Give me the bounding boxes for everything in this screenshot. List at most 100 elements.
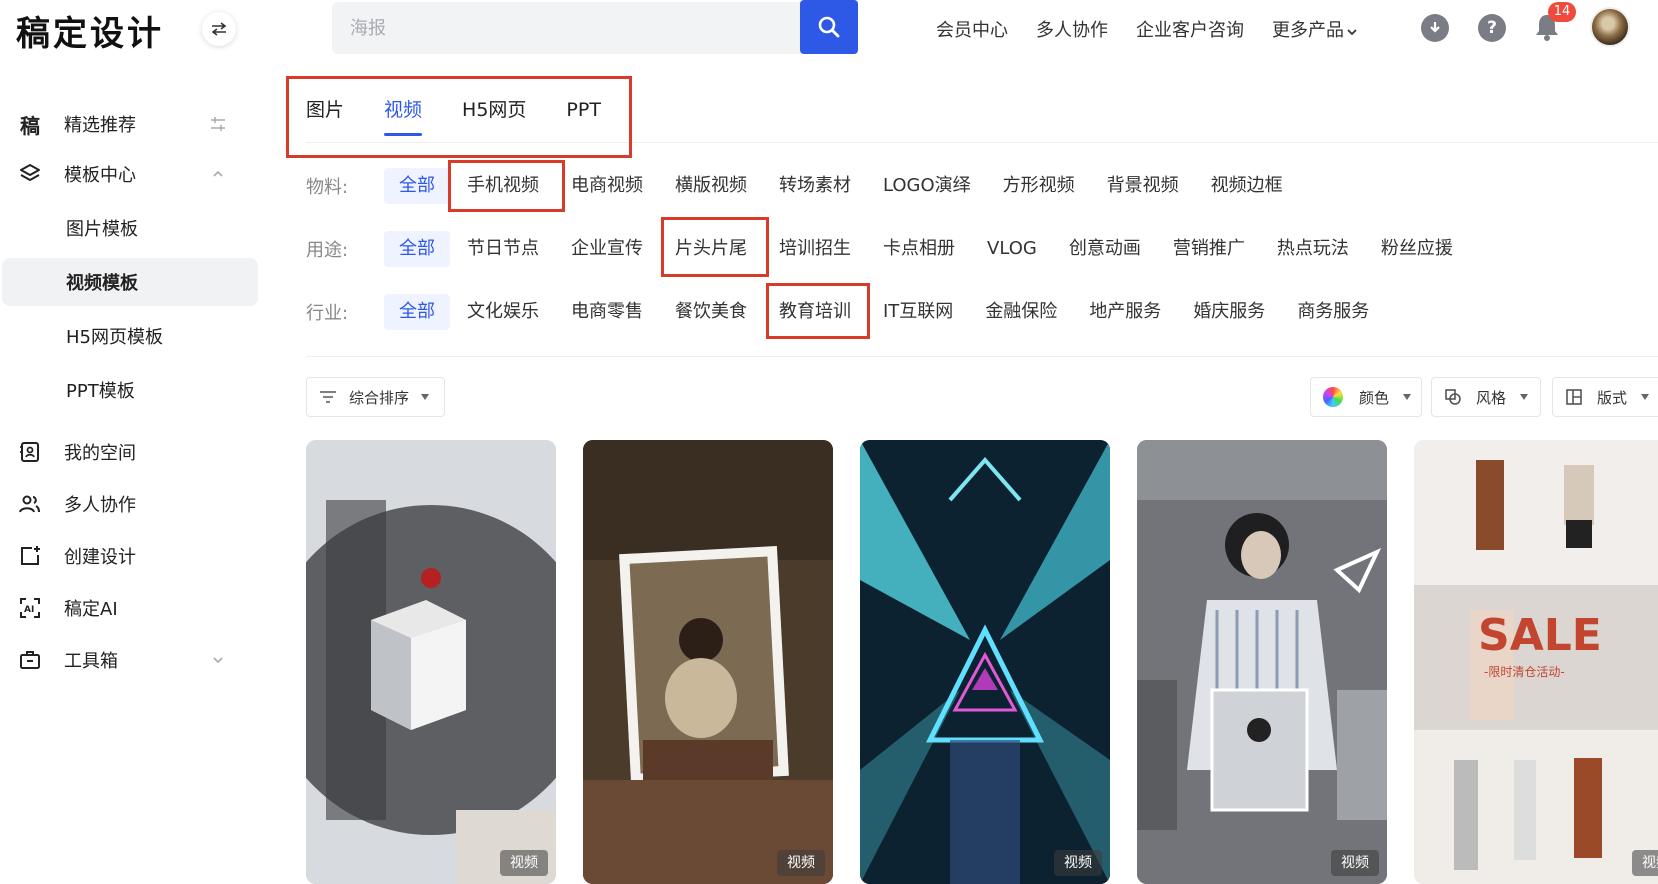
sidebar-item-collaboration[interactable]: 多人协作 xyxy=(0,480,258,528)
filter-chip[interactable]: 文化娱乐 xyxy=(452,294,554,330)
color-wheel-icon xyxy=(1323,387,1343,407)
color-filter-dropdown[interactable]: 颜色 xyxy=(1310,377,1422,417)
card-thumbnail xyxy=(860,440,1110,884)
caret-down-icon xyxy=(1520,394,1529,400)
sidebar-item-label: 模板中心 xyxy=(64,165,136,186)
search-input[interactable] xyxy=(350,16,730,40)
filter-chip[interactable]: 电商视频 xyxy=(556,168,658,204)
filter-chip[interactable]: 粉丝应援 xyxy=(1366,231,1468,267)
svg-text:AI: AI xyxy=(24,605,34,615)
template-card[interactable]: 视频 xyxy=(583,440,833,884)
filter-lines-icon xyxy=(320,391,336,403)
sidebar-sub-ppt-templates[interactable]: PPT模板 xyxy=(2,366,258,414)
nav-collaboration[interactable]: 多人协作 xyxy=(1036,16,1108,42)
style-filter-dropdown[interactable]: 风格 xyxy=(1431,377,1541,417)
filter-chip[interactable]: VLOG xyxy=(972,231,1052,267)
search-button[interactable] xyxy=(800,0,858,54)
sort-label: 综合排序 xyxy=(349,388,410,407)
card-type-tag: 视频 xyxy=(500,850,548,876)
sale-subline: -限时清仓活动- xyxy=(1484,665,1565,679)
search-box xyxy=(332,2,858,54)
filter-chip[interactable]: 婚庆服务 xyxy=(1178,294,1280,330)
sidebar-item-my-space[interactable]: 我的空间 xyxy=(0,428,258,476)
filter-chip[interactable]: 卡点相册 xyxy=(868,231,970,267)
template-card[interactable]: 视频 xyxy=(1137,440,1387,884)
color-filter-label: 颜色 xyxy=(1359,388,1390,407)
sidebar-item-ai[interactable]: AI 稿定AI xyxy=(0,584,258,632)
highlight-mobile-video-box xyxy=(448,160,565,212)
card-thumbnail xyxy=(583,440,833,884)
filter-chip[interactable]: 培训招生 xyxy=(764,231,866,267)
filter-chip[interactable]: 横版视频 xyxy=(660,168,762,204)
question-icon: ? xyxy=(1487,18,1497,38)
filter-chip[interactable]: IT互联网 xyxy=(868,294,968,330)
nav-enterprise[interactable]: 企业客户咨询 xyxy=(1136,16,1244,42)
sort-dropdown[interactable]: 综合排序 xyxy=(306,377,445,417)
chevron-down-icon xyxy=(1347,29,1357,36)
chevron-down-icon[interactable] xyxy=(208,650,228,670)
sidebar-item-featured[interactable]: 稿 精选推荐 xyxy=(0,100,258,148)
filter-chip[interactable]: 全部 xyxy=(384,294,450,330)
filter-chip[interactable]: 方形视频 xyxy=(988,168,1090,204)
filters-divider xyxy=(306,356,1658,357)
caret-down-icon xyxy=(1403,394,1412,400)
app-logo[interactable]: 稿定设计 xyxy=(16,6,164,55)
nav-membership[interactable]: 会员中心 xyxy=(936,16,1008,42)
highlight-intro-outro-box xyxy=(661,217,769,277)
card-thumbnail xyxy=(306,440,556,884)
filter-chip[interactable]: 转场素材 xyxy=(764,168,866,204)
filter-chip[interactable]: 地产服务 xyxy=(1074,294,1176,330)
sidebar-item-create-design[interactable]: 创建设计 xyxy=(0,532,258,580)
filter-chip[interactable]: 创意动画 xyxy=(1054,231,1156,267)
notification-badge: 14 xyxy=(1548,2,1576,22)
sidebar-sub-image-templates[interactable]: 图片模板 xyxy=(2,204,258,252)
search-icon xyxy=(818,16,840,38)
top-bar: 稿定设计 会员中心 多人协作 企业客户咨询 更多产品 ? xyxy=(0,0,1658,58)
chevron-up-icon[interactable] xyxy=(208,164,228,184)
layout-grid-icon xyxy=(1566,389,1582,405)
download-button[interactable] xyxy=(1421,14,1449,42)
avatar[interactable] xyxy=(1590,7,1630,47)
sidebar-item-template-center[interactable]: 模板中心 xyxy=(0,150,258,198)
filter-chip[interactable]: 商务服务 xyxy=(1282,294,1384,330)
sidebar-item-toolbox[interactable]: 工具箱 xyxy=(0,636,258,684)
template-card[interactable]: 视频 xyxy=(860,440,1110,884)
layout-filter-label: 版式 xyxy=(1597,388,1628,407)
filter-chip[interactable]: 视频边框 xyxy=(1196,168,1298,204)
layout-filter-dropdown[interactable]: 版式 xyxy=(1552,377,1658,417)
top-nav: 会员中心 多人协作 企业客户咨询 更多产品 xyxy=(936,16,1357,42)
help-button[interactable]: ? xyxy=(1478,14,1506,42)
filter-chip[interactable]: 热点玩法 xyxy=(1262,231,1364,267)
filter-chip[interactable]: 企业宣传 xyxy=(556,231,658,267)
nav-more-products[interactable]: 更多产品 xyxy=(1272,16,1357,42)
caret-down-icon xyxy=(1641,394,1650,400)
sidebar-sub-h5-templates[interactable]: H5网页模板 xyxy=(2,312,258,360)
filter-chip[interactable]: LOGO演绎 xyxy=(868,168,986,204)
filter-chip[interactable]: 餐饮美食 xyxy=(660,294,762,330)
template-card[interactable]: SALE -限时清仓活动- 视频 xyxy=(1414,440,1658,884)
ai-icon: AI xyxy=(20,598,40,618)
filter-chip[interactable]: 节日节点 xyxy=(452,231,554,267)
filter-label: 物料: xyxy=(306,177,349,198)
filter-row-usage: 用途: 全部 节日节点 企业宣传 片头片尾 培训招生 卡点相册 VLOG 创意动… xyxy=(306,229,1470,269)
filter-chip[interactable]: 全部 xyxy=(384,168,450,204)
sidebar-sub-video-templates[interactable]: 视频模板 xyxy=(2,258,258,306)
sidebar-item-label: 我的空间 xyxy=(64,443,136,464)
customize-icon[interactable] xyxy=(208,114,228,134)
sidebar: 稿 精选推荐 模板中心 图片模板 视频模板 H5网页模板 PPT模板 我的空间 xyxy=(0,70,262,884)
switch-button[interactable] xyxy=(202,12,236,46)
filter-label: 用途: xyxy=(306,240,349,261)
sidebar-item-label: 稿定AI xyxy=(64,599,118,620)
filter-chip[interactable]: 电商零售 xyxy=(556,294,658,330)
filter-chip[interactable]: 营销推广 xyxy=(1158,231,1260,267)
layers-icon xyxy=(20,164,40,181)
filter-chip[interactable]: 背景视频 xyxy=(1092,168,1194,204)
card-thumbnail xyxy=(1137,440,1387,884)
highlight-tabs-box xyxy=(286,76,632,158)
filter-chip[interactable]: 全部 xyxy=(384,231,450,267)
filter-chip[interactable]: 金融保险 xyxy=(970,294,1072,330)
template-card[interactable]: 视频 xyxy=(306,440,556,884)
sidebar-item-label: 多人协作 xyxy=(64,495,136,516)
card-type-tag: 视频 xyxy=(1054,850,1102,876)
toolbox-icon xyxy=(20,651,40,669)
